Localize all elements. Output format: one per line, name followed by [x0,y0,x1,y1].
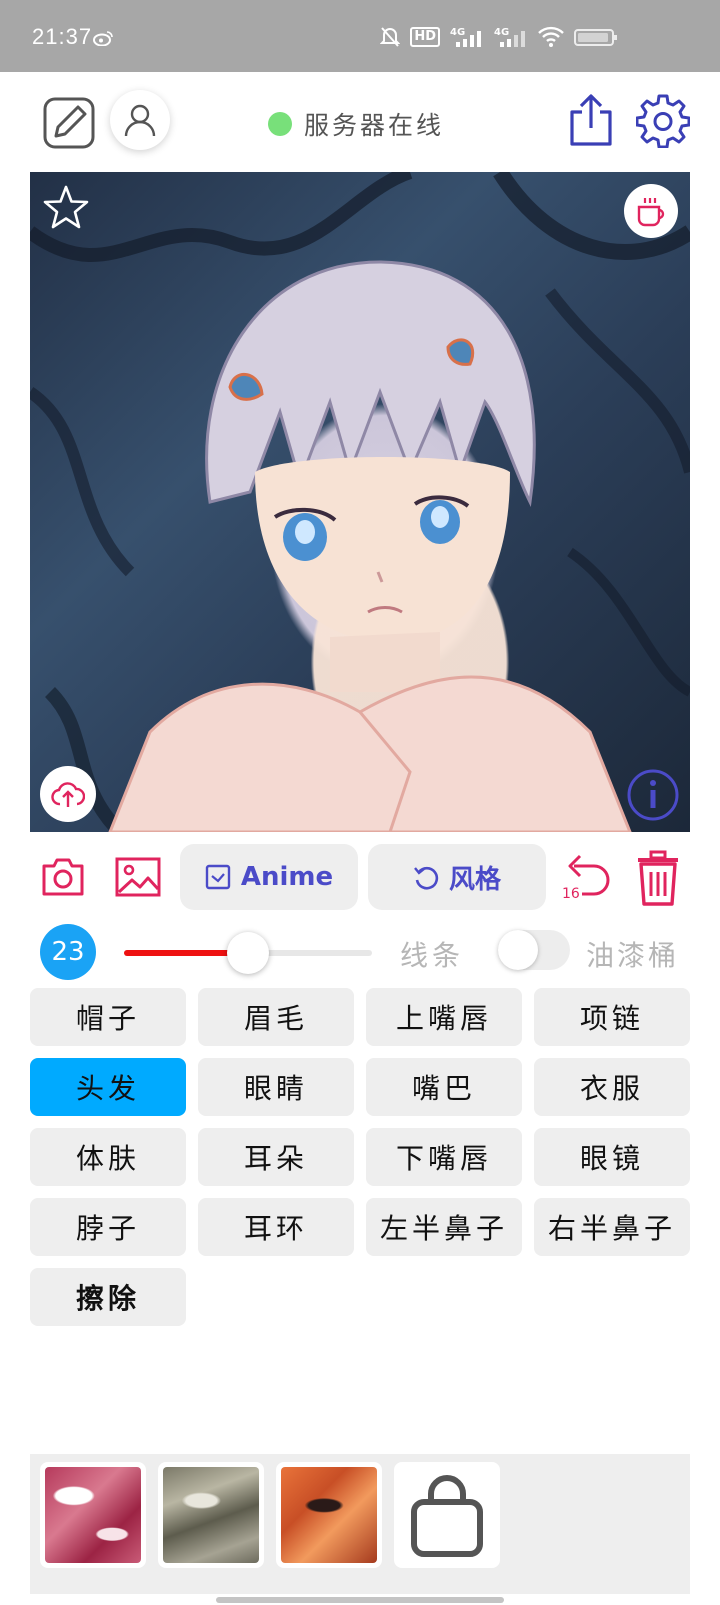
drawing-canvas[interactable] [30,172,690,832]
weibo-icon [93,31,113,46]
gallery-icon[interactable] [114,854,162,900]
bucket-label: 油漆桶 [586,939,680,972]
status-time: 21:37 [32,24,93,49]
part-button[interactable]: 体肤 [30,1128,186,1186]
user-icon [124,104,156,137]
cloud-upload-icon [51,782,85,807]
bucket-toggle[interactable] [498,930,570,970]
part-button[interactable]: 右半鼻子 [534,1198,690,1256]
style-label: 风格 [448,864,501,895]
wifi-icon [538,26,564,47]
part-button[interactable]: 耳朵 [198,1128,354,1186]
style-thumbnail-image [281,1467,377,1563]
part-button[interactable]: 眼睛 [198,1058,354,1116]
part-button[interactable]: 耳环 [198,1198,354,1256]
part-button[interactable]: 头发 [30,1058,186,1116]
user-button[interactable] [110,90,170,150]
style-strip [30,1454,690,1594]
brush-size-badge: 23 [40,924,96,980]
signal-4g-icon: 4G [494,27,525,47]
hd-icon: HD [410,27,440,47]
brush-size-slider[interactable] [124,932,372,974]
style-thumbnail[interactable] [276,1462,382,1568]
part-selector-grid: 帽子 眉毛 上嘴唇 项链头发 眼睛 嘴巴 衣服体肤 耳朵 下嘴唇 眼镜脖子 耳环 左半鼻子 右半鼻子擦除 [30,988,690,1326]
undo-count: 16 [562,886,580,902]
svg-text:4G: 4G [494,27,509,38]
part-button[interactable]: 左半鼻子 [366,1198,522,1256]
server-status: 服务器在线 [268,106,444,142]
info-icon[interactable] [626,768,680,822]
app-header: 服务器在线 [0,72,720,172]
toggle-knob [498,930,538,970]
share-icon[interactable] [566,92,616,148]
part-button[interactable]: 项链 [534,988,690,1046]
part-button[interactable]: 嘴巴 [366,1058,522,1116]
camera-icon[interactable] [40,854,86,900]
part-button[interactable]: 眼镜 [534,1128,690,1186]
part-button[interactable]: 眉毛 [198,988,354,1046]
settings-icon[interactable] [636,94,690,148]
upload-button[interactable] [40,766,96,822]
brush-controls: 23 线条 油漆桶 [0,920,720,980]
battery-icon [574,29,617,46]
star-icon[interactable] [42,184,90,232]
style-thumbnail[interactable] [40,1462,146,1568]
signal-4g-icon: 4G [450,27,481,47]
server-status-text: 服务器在线 [304,111,445,140]
style-thumbnail[interactable] [158,1462,264,1568]
anime-portrait [30,172,690,832]
anime-label: Anime [240,862,334,892]
part-button[interactable]: 脖子 [30,1198,186,1256]
shopping-bag-icon [411,1475,483,1557]
svg-text:4G: 4G [450,27,465,38]
coffee-icon [637,198,665,227]
style-button[interactable]: 风格 [368,844,546,910]
coffee-button[interactable] [624,184,678,238]
shop-button[interactable] [394,1462,500,1568]
status-icons: HD 4G 4G [380,26,620,48]
mute-icon [380,27,401,47]
edit-icon[interactable] [42,96,96,150]
style-thumbnail-image [45,1467,141,1563]
part-button[interactable]: 衣服 [534,1058,690,1116]
trash-icon[interactable] [634,850,682,906]
anime-button[interactable]: Anime [180,844,358,910]
home-indicator[interactable] [216,1597,504,1603]
part-button[interactable]: 上嘴唇 [366,988,522,1046]
checkbox-icon [205,864,231,890]
undo-button[interactable]: 16 [560,852,614,904]
part-button[interactable]: 下嘴唇 [366,1128,522,1186]
style-thumbnail-image [163,1467,259,1563]
lines-label: 线条 [400,939,465,972]
toolbar: Anime 风格 16 [0,844,720,912]
reset-icon [414,866,439,890]
part-button[interactable]: 帽子 [30,988,186,1046]
status-bar: 21:37 HD 4G 4G [0,0,720,72]
slider-thumb[interactable] [227,932,269,974]
server-status-dot [268,112,292,136]
part-button[interactable]: 擦除 [30,1268,186,1326]
